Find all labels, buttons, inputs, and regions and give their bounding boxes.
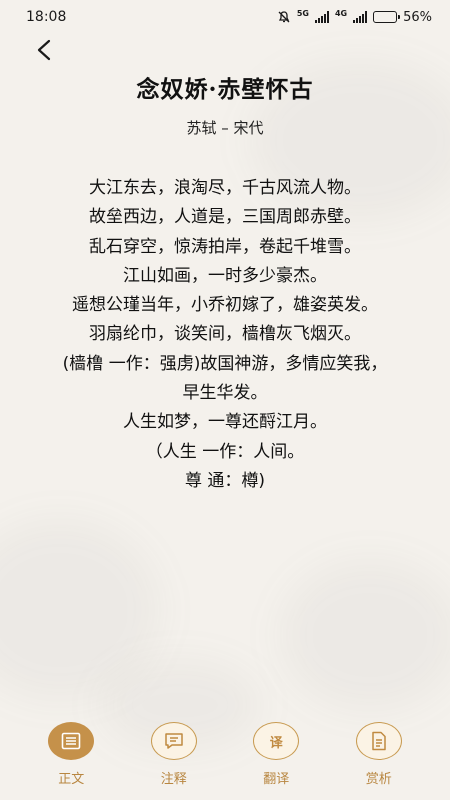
signal-icon: [314, 11, 329, 23]
nav-tab-notes-label: 注释: [160, 772, 187, 787]
nav-tab-translate-circle: 译: [253, 722, 300, 760]
poem-line: (樯橹 一作：强虏)故国神游，多情应笑我，: [62, 353, 388, 374]
nav-tab-notes[interactable]: 注释: [139, 722, 209, 787]
network-5g-label: 5G: [296, 8, 309, 18]
poem-title: 念奴娇·赤壁怀古: [136, 76, 314, 103]
poem-line: 乱石穿空，惊涛拍岸，卷起千堆雪。: [89, 236, 361, 257]
poem-body: 大江东去，浪淘尽，千古风流人物。 故垒西边，人道是，三国周郎赤壁。 乱石穿空，惊…: [0, 174, 450, 496]
poem-line: 大江东去，浪淘尽，千古风流人物。: [89, 178, 361, 198]
poem-line: 尊 通：樽): [184, 470, 266, 491]
comment-icon: [165, 733, 183, 749]
nav-tab-translate[interactable]: 译 翻译: [241, 722, 311, 787]
nav-tab-analysis-circle: [355, 722, 402, 760]
nav-tab-text-label: 正文: [58, 772, 85, 787]
status-bar: 18:08 5G 4G 56%: [0, 0, 450, 34]
signal-icon-2: [353, 11, 368, 23]
poem-line: 人生如梦，一尊还酹江月。: [123, 412, 327, 433]
back-button[interactable]: [30, 36, 58, 64]
network-4g-label: 4G: [334, 8, 348, 18]
translate-icon: 译: [269, 735, 283, 751]
poem-line: 江山如画，一时多少豪杰。: [123, 265, 327, 286]
battery-percent: 56%: [403, 9, 432, 25]
battery-icon: [373, 11, 401, 23]
nav-tab-notes-circle: [150, 722, 197, 760]
nav-tab-text[interactable]: 正文: [36, 722, 106, 787]
nav-tab-text-circle: [48, 722, 95, 760]
status-time: 18:08: [26, 9, 67, 25]
nav-tab-analysis[interactable]: 赏析: [344, 722, 414, 787]
status-icons: 5G 4G 56%: [277, 8, 432, 25]
poem-line: 羽扇纶巾，谈笑间，樯橹灰飞烟灭。: [89, 324, 361, 345]
analysis-doc-icon: [372, 731, 386, 751]
poem-line: 早生华发。: [182, 383, 268, 404]
chevron-left-icon: [37, 39, 51, 61]
document-lines-icon: [61, 732, 81, 750]
nav-tab-translate-label: 翻译: [263, 772, 290, 787]
poem-author: 苏轼 – 宋代: [186, 119, 264, 137]
poem-line: （人生 一作：人间。: [145, 441, 305, 462]
poem-line: 遥想公瑾当年，小乔初嫁了，雄姿英发。: [72, 295, 378, 316]
bottom-nav: 正文 注释 译 翻译 赏析: [0, 722, 450, 800]
mute-icon: [278, 11, 290, 23]
nav-tab-analysis-label: 赏析: [365, 772, 392, 787]
poem-line: 故垒西边，人道是，三国周郎赤壁。: [89, 207, 361, 228]
